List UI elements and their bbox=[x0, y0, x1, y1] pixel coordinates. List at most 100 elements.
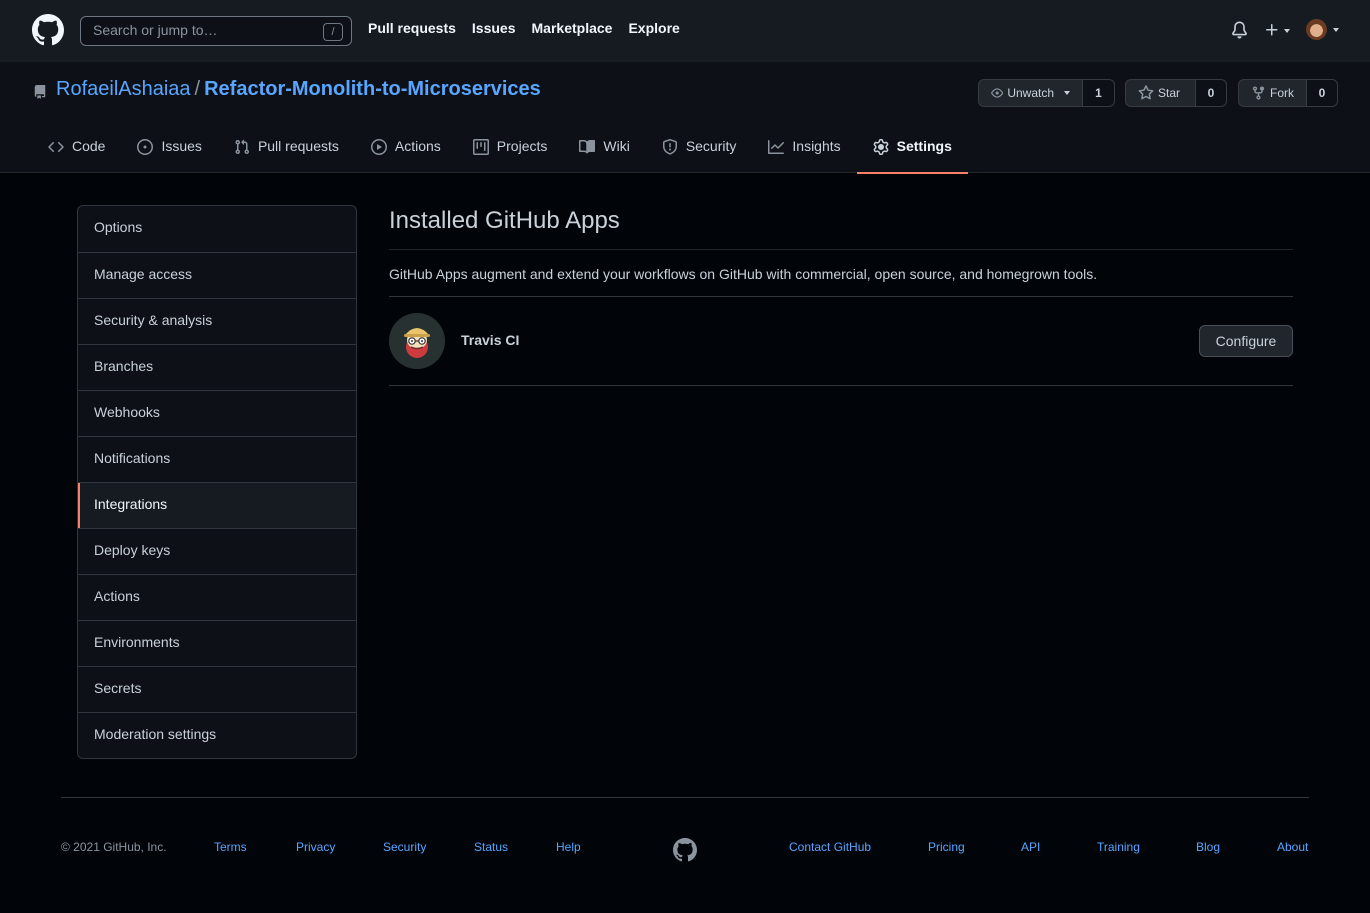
fork-label: Fork bbox=[1270, 86, 1294, 100]
nav-issues[interactable]: Issues bbox=[472, 20, 516, 36]
footer-link-blog[interactable]: Blog bbox=[1196, 840, 1220, 854]
footer-link-terms[interactable]: Terms bbox=[214, 840, 247, 854]
code-icon bbox=[48, 141, 64, 153]
watch-button-group: Unwatch 1 bbox=[978, 79, 1115, 107]
tab-wiki[interactable]: Wiki bbox=[563, 130, 645, 173]
sidebar-item-secrets[interactable]: Secrets bbox=[78, 666, 356, 712]
tab-insights[interactable]: Insights bbox=[752, 130, 856, 173]
tab-code[interactable]: Code bbox=[32, 130, 121, 173]
book-icon bbox=[579, 139, 596, 154]
nav-pull-requests[interactable]: Pull requests bbox=[368, 20, 456, 36]
settings-sidebar: Options Manage access Security & analysi… bbox=[77, 205, 357, 759]
star-label: Star bbox=[1158, 86, 1181, 100]
nav-explore[interactable]: Explore bbox=[628, 20, 679, 36]
sidebar-item-notifications[interactable]: Notifications bbox=[78, 436, 356, 482]
tab-actions-label: Actions bbox=[394, 138, 441, 154]
footer-link-pricing[interactable]: Pricing bbox=[928, 840, 965, 854]
plus-icon bbox=[1266, 24, 1278, 36]
footer-link-privacy[interactable]: Privacy bbox=[296, 840, 335, 854]
create-new-dropdown[interactable] bbox=[1264, 21, 1292, 39]
star-button[interactable]: Star bbox=[1125, 79, 1196, 107]
chevron-down-icon bbox=[1064, 91, 1070, 95]
list-item: Travis CI Configure bbox=[389, 297, 1293, 386]
fork-count[interactable]: 0 bbox=[1307, 79, 1338, 107]
tab-security[interactable]: Security bbox=[646, 130, 753, 173]
github-logo-icon[interactable] bbox=[673, 838, 697, 862]
repo-name-link[interactable]: Refactor-Monolith-to-Microservices bbox=[204, 78, 541, 100]
sidebar-item-actions[interactable]: Actions bbox=[78, 574, 356, 620]
tab-issues[interactable]: Issues bbox=[121, 130, 217, 173]
footer-link-security[interactable]: Security bbox=[383, 840, 426, 854]
issue-icon bbox=[137, 139, 154, 155]
tab-settings[interactable]: Settings bbox=[856, 130, 969, 174]
main-content: Installed GitHub Apps GitHub Apps augmen… bbox=[389, 205, 1293, 386]
gear-icon bbox=[873, 139, 889, 155]
footer-copyright: © 2021 GitHub, Inc. bbox=[61, 840, 167, 854]
sidebar-item-manage-access[interactable]: Manage access bbox=[78, 252, 356, 298]
star-button-group: Star 0 bbox=[1125, 79, 1227, 107]
footer: © 2021 GitHub, Inc. Terms Privacy Securi… bbox=[61, 797, 1309, 862]
sidebar-item-environments[interactable]: Environments bbox=[78, 620, 356, 666]
tab-settings-label: Settings bbox=[896, 138, 952, 154]
repo-separator: / bbox=[194, 78, 201, 100]
tab-issues-label: Issues bbox=[161, 138, 202, 154]
shield-icon bbox=[662, 139, 677, 155]
tab-wiki-label: Wiki bbox=[603, 138, 630, 154]
chevron-down-icon bbox=[1333, 28, 1339, 32]
travis-ci-avatar bbox=[389, 313, 445, 369]
sidebar-item-security-analysis[interactable]: Security & analysis bbox=[78, 298, 356, 344]
nav-marketplace[interactable]: Marketplace bbox=[532, 20, 613, 36]
repo-owner-link[interactable]: RofaeilAshaiaa bbox=[56, 78, 191, 100]
fork-icon bbox=[1252, 86, 1265, 100]
pull-request-icon bbox=[235, 139, 249, 155]
sidebar-item-deploy-keys[interactable]: Deploy keys bbox=[78, 528, 356, 574]
footer-link-training[interactable]: Training bbox=[1097, 840, 1140, 854]
star-count[interactable]: 0 bbox=[1196, 79, 1227, 107]
tab-insights-label: Insights bbox=[792, 138, 841, 154]
page-description: GitHub Apps augment and extend your work… bbox=[389, 266, 1293, 297]
tab-security-label: Security bbox=[685, 138, 737, 154]
footer-link-about[interactable]: About bbox=[1277, 840, 1308, 854]
tab-pull-requests[interactable]: Pull requests bbox=[218, 130, 355, 173]
app-name: Travis CI bbox=[461, 332, 520, 348]
travis-mascot-icon bbox=[389, 313, 445, 369]
sidebar-item-moderation-settings[interactable]: Moderation settings bbox=[78, 712, 356, 758]
eye-icon bbox=[991, 88, 1004, 98]
sidebar-item-integrations[interactable]: Integrations bbox=[78, 482, 356, 528]
star-icon bbox=[1138, 85, 1154, 100]
graph-icon bbox=[768, 140, 785, 154]
fork-button[interactable]: Fork bbox=[1238, 79, 1307, 107]
footer-link-contact[interactable]: Contact GitHub bbox=[789, 840, 871, 854]
search-shortcut-hint: / bbox=[323, 23, 343, 41]
footer-link-api[interactable]: API bbox=[1021, 840, 1040, 854]
sidebar-item-webhooks[interactable]: Webhooks bbox=[78, 390, 356, 436]
tab-code-label: Code bbox=[72, 138, 106, 154]
tab-projects-label: Projects bbox=[496, 138, 548, 154]
unwatch-button[interactable]: Unwatch bbox=[978, 79, 1083, 107]
fork-button-group: Fork 0 bbox=[1238, 79, 1338, 107]
watch-count[interactable]: 1 bbox=[1083, 79, 1115, 107]
search-input[interactable]: Search or jump to… / bbox=[80, 16, 352, 46]
repo-title: RofaeilAshaiaa / Refactor-Monolith-to-Micr… bbox=[56, 78, 541, 101]
global-nav: Pull requests Issues Marketplace Explore bbox=[368, 20, 680, 36]
global-header: Search or jump to… / Pull requests Issue… bbox=[0, 0, 1370, 62]
configure-button[interactable]: Configure bbox=[1199, 325, 1293, 357]
repo-tabs: Code Issues Pull requests Actions Projec… bbox=[32, 130, 969, 174]
bell-icon[interactable] bbox=[1231, 21, 1248, 39]
tab-pull-requests-label: Pull requests bbox=[257, 138, 339, 154]
page-title: Installed GitHub Apps bbox=[389, 205, 1293, 250]
play-icon bbox=[370, 139, 387, 155]
unwatch-label: Unwatch bbox=[1007, 86, 1054, 100]
search-placeholder: Search or jump to… bbox=[93, 22, 218, 38]
tab-actions[interactable]: Actions bbox=[355, 130, 457, 173]
sidebar-item-options[interactable]: Options bbox=[78, 206, 356, 252]
chevron-down-icon bbox=[1284, 29, 1290, 33]
avatar bbox=[1306, 19, 1327, 40]
footer-link-help[interactable]: Help bbox=[556, 840, 581, 854]
footer-link-status[interactable]: Status bbox=[474, 840, 508, 854]
tab-projects[interactable]: Projects bbox=[457, 130, 564, 173]
project-icon bbox=[472, 139, 489, 155]
sidebar-item-branches[interactable]: Branches bbox=[78, 344, 356, 390]
user-menu[interactable] bbox=[1306, 19, 1340, 41]
github-logo-icon[interactable] bbox=[32, 14, 64, 46]
